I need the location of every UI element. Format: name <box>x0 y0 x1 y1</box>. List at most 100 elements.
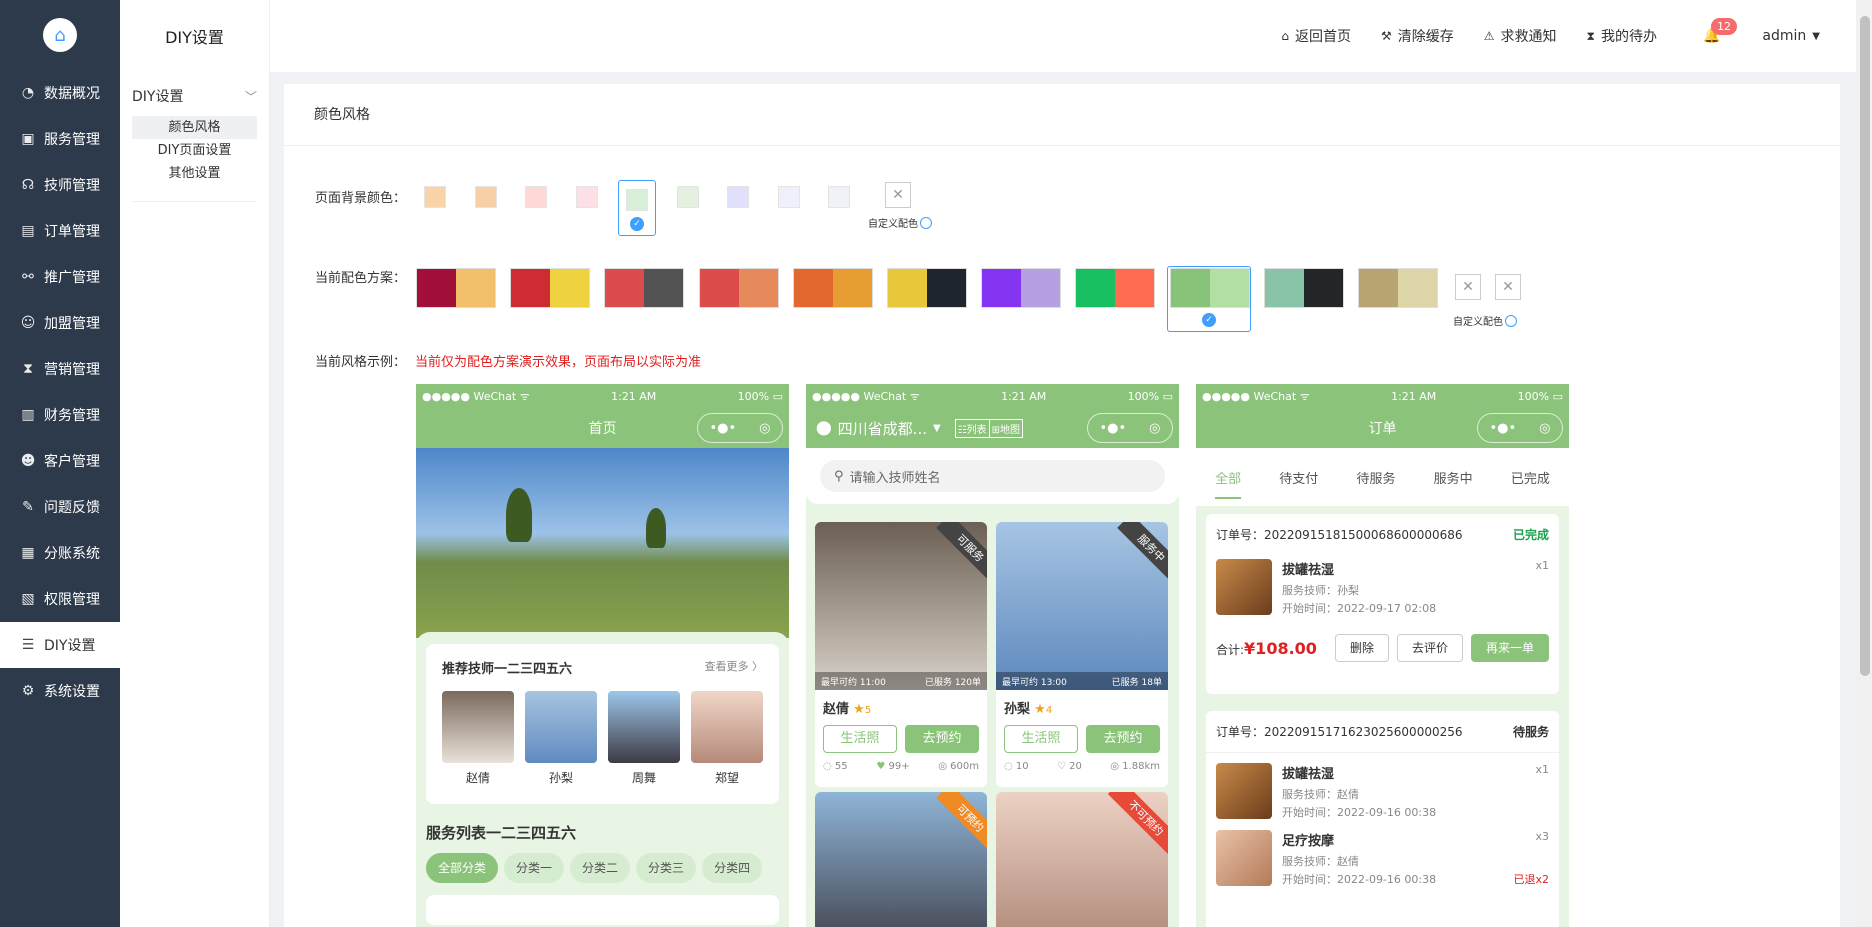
bg-color-swatch[interactable] <box>719 178 757 216</box>
tech-avatar-item[interactable]: 周舞 <box>608 691 680 786</box>
custom-bg-color-option[interactable]: 自定义配色 <box>868 215 932 230</box>
order-item-head: 拔罐祛湿 x1 <box>1282 763 1549 782</box>
check-icon: ✓ <box>630 217 644 231</box>
sub-item-other[interactable]: 其他设置 <box>132 162 257 185</box>
sub-item-color-style[interactable]: 颜色风格 <box>132 116 257 139</box>
order-card[interactable]: 订单号：20220915181500068600000686 已完成 拔罐祛湿 x1… <box>1206 514 1559 694</box>
mini-capsule[interactable]: •●• ◎ <box>697 413 783 443</box>
list-toggle[interactable]: ☷列表 <box>954 418 990 438</box>
tech-avatar-item[interactable]: 郑望 <box>691 691 763 786</box>
tab-in-service[interactable]: 服务中 <box>1434 468 1473 487</box>
life-photo-button[interactable]: 生活照 <box>1004 725 1078 753</box>
sidebar-item[interactable]: ⧗ 营销管理 <box>0 346 120 392</box>
sub-item-diy-page[interactable]: DIY页面设置 <box>132 139 257 162</box>
see-more-link[interactable]: 查看更多 〉 <box>705 658 764 677</box>
battery-text: 100% <box>1517 389 1550 403</box>
life-photo-button[interactable]: 生活照 <box>823 725 897 753</box>
sidebar-item[interactable]: ▤ 订单管理 <box>0 208 120 254</box>
color-scheme-swatch[interactable] <box>604 268 685 308</box>
tab-completed[interactable]: 已完成 <box>1511 468 1550 487</box>
bg-color-swatch[interactable] <box>770 178 808 216</box>
service-thumbnail <box>1216 559 1272 615</box>
sidebar-item[interactable]: ▣ 服务管理 <box>0 116 120 162</box>
tech-card[interactable]: 不可预约 <box>996 792 1168 927</box>
color-scheme-swatch[interactable] <box>510 268 591 308</box>
sidebar-item[interactable]: ☰ DIY设置 <box>0 622 120 668</box>
category-pill[interactable]: 分类三 <box>636 853 697 883</box>
book-button[interactable]: 去预约 <box>905 725 979 753</box>
tech-card[interactable]: 可预约 <box>815 792 987 927</box>
page-scrollbar[interactable] <box>1856 0 1872 927</box>
rate-button[interactable]: 去评价 <box>1396 634 1463 662</box>
sidebar-item[interactable]: ☻ 客户管理 <box>0 438 120 484</box>
user-menu[interactable]: admin ▼ <box>1762 28 1820 44</box>
sidebar-item[interactable]: ◔ 数据概况 <box>0 70 120 116</box>
category-pills: 全部分类 分类一 分类二 分类三 分类四 <box>426 853 779 883</box>
category-pill[interactable]: 分类一 <box>504 853 565 883</box>
color-scheme-swatch[interactable] <box>887 268 967 308</box>
category-pill[interactable]: 分类二 <box>570 853 631 883</box>
sidebar-item[interactable]: ☊ 技师管理 <box>0 162 120 208</box>
service-card[interactable] <box>426 895 779 925</box>
notification-bell[interactable]: 🔔 12 <box>1703 18 1737 44</box>
sidebar-item-label: 数据概况 <box>44 86 100 102</box>
bg-color-swatch[interactable] <box>820 178 858 216</box>
color-scheme-swatch[interactable] <box>698 268 779 308</box>
service-list-title: 服务列表一二三四五六 <box>426 824 577 842</box>
tab-all[interactable]: 全部 <box>1215 468 1242 499</box>
tab-pending-service[interactable]: 待服务 <box>1356 468 1395 487</box>
bg-color-swatch[interactable] <box>416 178 454 216</box>
todo-link[interactable]: ⧗ 我的待办 <box>1587 26 1657 46</box>
custom-scheme-option[interactable]: 自定义配色 <box>1453 313 1517 328</box>
bg-color-swatch[interactable] <box>467 178 505 216</box>
tech-card[interactable]: 可服务 最早可约 11:00 已服务 120单 赵倩 ★5 生活照 去预约 ◌ 55 ♥… <box>815 522 987 787</box>
scheme-color-half <box>793 269 833 307</box>
mini-capsule[interactable]: •●• ◎ <box>1087 413 1173 443</box>
sos-link[interactable]: ⚠ 求救通知 <box>1484 26 1557 46</box>
color-scheme-swatch[interactable] <box>981 268 1062 308</box>
bg-color-swatch[interactable] <box>568 178 606 216</box>
sidebar-item[interactable]: ✎ 问题反馈 <box>0 484 120 530</box>
location-text[interactable]: 四川省成都... <box>838 418 927 439</box>
color-scheme-swatch[interactable] <box>416 268 496 308</box>
home-link[interactable]: ⌂ 返回首页 <box>1281 26 1351 46</box>
tech-avatar-item[interactable]: 赵倩 <box>442 691 514 786</box>
tech-avatar-item[interactable]: 孙梨 <box>525 691 597 786</box>
custom-scheme-color2[interactable]: ✕ <box>1495 274 1521 300</box>
distance: 600m <box>950 761 979 772</box>
status-bar: ●●●●● WeChat ᯤ 1:21 AM 100% ▭ <box>806 384 1179 408</box>
tech-card[interactable]: 服务中 最早可约 13:00 已服务 18单 孙梨 ★4 生活照 去预约 ◌ 10 ♡ … <box>996 522 1168 787</box>
color-scheme-swatch[interactable] <box>1358 268 1438 308</box>
sidebar-item[interactable]: ▥ 财务管理 <box>0 392 120 438</box>
sub-group-header[interactable]: DIY设置 ﹀ <box>132 84 257 108</box>
category-pill-all[interactable]: 全部分类 <box>426 853 499 883</box>
color-scheme-swatch[interactable] <box>1263 268 1344 308</box>
clear-cache-link[interactable]: ⚒ 清除缓存 <box>1381 26 1454 46</box>
recommend-title: 推荐技师一二三四五六 <box>442 662 573 677</box>
color-scheme-swatch[interactable] <box>1075 268 1156 308</box>
sidebar-item[interactable]: ▦ 分账系统 <box>0 530 120 576</box>
bg-color-swatch[interactable] <box>517 178 555 216</box>
custom-bg-color-box[interactable]: ✕ <box>885 182 911 208</box>
reorder-button[interactable]: 再来一单 <box>1470 634 1549 662</box>
swatch-color <box>777 186 800 208</box>
search-input[interactable]: ⚲ 请输入技师姓名 <box>820 460 1165 492</box>
sidebar-item[interactable]: ⚙ 系统设置 <box>0 668 120 714</box>
category-pill[interactable]: 分类四 <box>702 853 763 883</box>
sidebar-item[interactable]: ▧ 权限管理 <box>0 576 120 622</box>
order-card[interactable]: 订单号：20220915171623025600000256 待服务 拔罐祛湿 x1… <box>1206 711 1559 927</box>
mini-capsule[interactable]: •●• ◎ <box>1477 413 1563 443</box>
tech-avatar-row: 赵倩 孙梨 周舞 郑望 <box>442 691 763 786</box>
color-scheme-swatch[interactable] <box>792 268 873 308</box>
tab-pending-pay[interactable]: 待支付 <box>1279 468 1318 487</box>
sidebar-item[interactable]: ⚯ 推广管理 <box>0 254 120 300</box>
book-button[interactable]: 去预约 <box>1086 725 1160 753</box>
map-toggle[interactable]: ⊞地图 <box>989 418 1024 438</box>
sidebar-item[interactable]: ☺ 加盟管理 <box>0 300 120 346</box>
custom-scheme-color1[interactable]: ✕ <box>1455 274 1481 300</box>
tech-photo: 不可预约 <box>996 792 1168 927</box>
scrollbar-thumb[interactable] <box>1860 16 1870 676</box>
delete-button[interactable]: 删除 <box>1334 634 1389 662</box>
bg-color-swatch[interactable] <box>669 178 707 216</box>
bg-color-swatch[interactable]: ✓ <box>618 180 656 236</box>
